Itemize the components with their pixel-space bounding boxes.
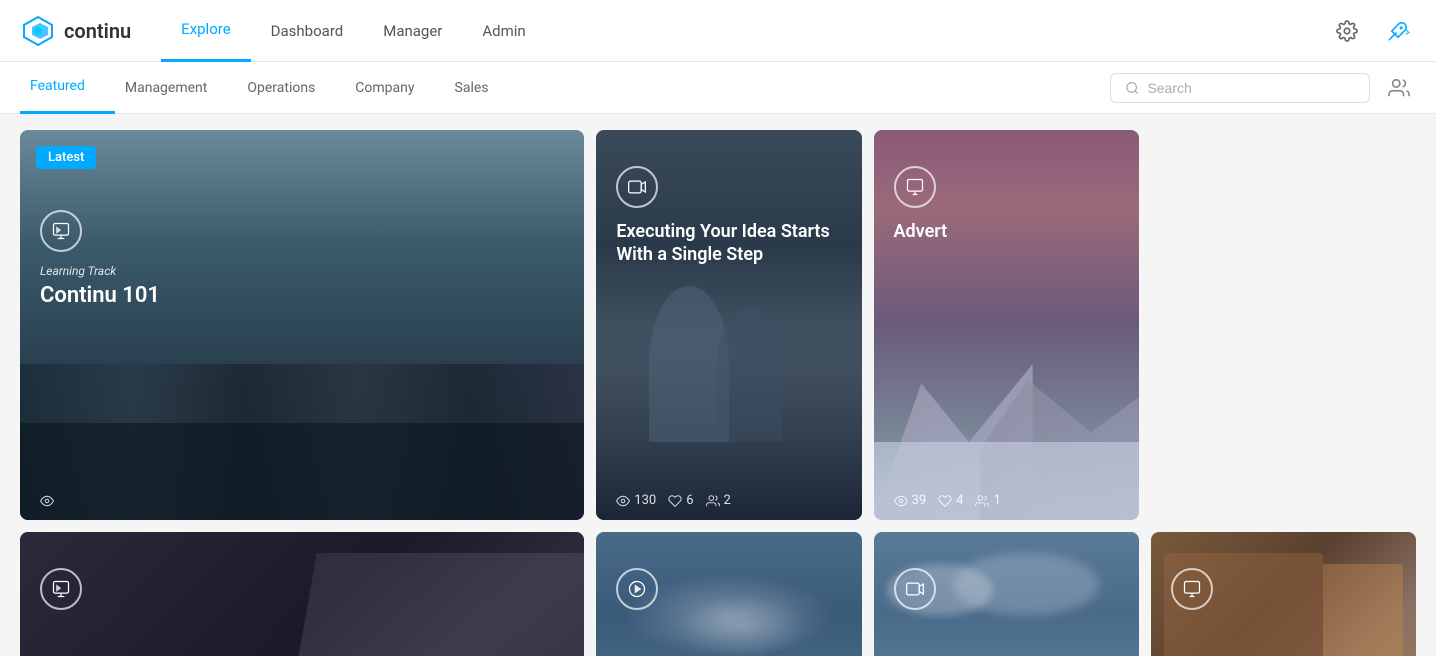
search-box[interactable] <box>1110 73 1370 103</box>
card-icon-circle <box>40 210 82 252</box>
likes-count-2: 6 <box>686 493 693 508</box>
nav-item-manager[interactable]: Manager <box>363 0 462 62</box>
eye-icon-3 <box>894 494 908 508</box>
rocket-icon <box>1384 17 1412 45</box>
card-icon-circle-b2 <box>616 568 658 610</box>
latest-badge: Latest <box>36 146 96 169</box>
card-enrollments-2: 2 <box>706 493 731 508</box>
card-title: Continu 101 <box>40 282 564 311</box>
users-icon <box>1388 77 1410 99</box>
card-bottom-2[interactable] <box>596 532 861 656</box>
continu-logo-icon <box>20 13 56 49</box>
card-views <box>40 494 54 508</box>
enrollments-count-3: 1 <box>993 493 1000 508</box>
track-icon <box>51 221 71 241</box>
enrollments-count-2: 2 <box>724 493 731 508</box>
sub-nav-item-operations[interactable]: Operations <box>237 62 345 114</box>
likes-count-3: 4 <box>956 493 963 508</box>
nav-item-admin[interactable]: Admin <box>462 0 545 62</box>
header-right <box>1330 13 1416 49</box>
card-bottom-1[interactable] <box>20 532 584 656</box>
search-icon <box>1125 80 1139 96</box>
users-icon-2 <box>706 494 720 508</box>
sub-nav-right <box>1110 71 1416 105</box>
logo-area[interactable]: continu <box>20 13 131 49</box>
card-footer-3: 39 4 1 <box>894 493 1001 508</box>
course-icon <box>905 177 925 197</box>
sub-nav-item-sales[interactable]: Sales <box>445 62 519 114</box>
card-bottom-4[interactable] <box>1151 532 1416 656</box>
card-content-b1 <box>20 532 584 656</box>
video-icon-b3 <box>905 579 925 599</box>
views-count-3: 39 <box>912 493 927 508</box>
card-label: Learning Track <box>40 264 564 278</box>
views-count-2: 130 <box>634 493 656 508</box>
card-content-b2 <box>596 532 861 656</box>
card-icon-circle-3 <box>894 166 936 208</box>
card-icon-circle-b1 <box>40 568 82 610</box>
main-nav: Explore Dashboard Manager Admin <box>161 0 1330 62</box>
card-enrollments-3: 1 <box>975 493 1000 508</box>
eye-icon <box>40 494 54 508</box>
card-footer-2: 130 6 2 <box>616 493 731 508</box>
card-content: Learning Track Continu 101 <box>20 130 584 520</box>
card-executing-idea[interactable]: Executing Your Idea Starts With a Single… <box>596 130 861 520</box>
users-button[interactable] <box>1382 71 1416 105</box>
play-icon-b2 <box>627 579 647 599</box>
cards-grid: Latest Learning Track Continu 101 <box>20 130 1416 656</box>
logo-text: continu <box>64 19 131 43</box>
card-footer <box>40 494 54 508</box>
app-header: continu Explore Dashboard Manager Admin <box>0 0 1436 62</box>
main-content: Latest Learning Track Continu 101 <box>0 114 1436 656</box>
card-content-3: Advert <box>874 130 1139 520</box>
video-icon <box>627 177 647 197</box>
card-title-3: Advert <box>894 220 1119 243</box>
sub-nav-item-company[interactable]: Company <box>345 62 444 114</box>
course-icon-b4 <box>1182 579 1202 599</box>
heart-icon-3 <box>938 494 952 508</box>
card-content-b3 <box>874 532 1139 656</box>
users-icon-3 <box>975 494 989 508</box>
sub-nav-item-management[interactable]: Management <box>115 62 237 114</box>
track-icon-b1 <box>51 579 71 599</box>
card-likes-3: 4 <box>938 493 963 508</box>
card-views-2: 130 <box>616 493 656 508</box>
card-likes-2: 6 <box>668 493 693 508</box>
sub-nav: Featured Management Operations Company S… <box>0 62 1436 114</box>
sub-nav-item-featured[interactable]: Featured <box>20 62 115 114</box>
nav-item-dashboard[interactable]: Dashboard <box>251 0 364 62</box>
card-bottom-3[interactable] <box>874 532 1139 656</box>
launch-button[interactable] <box>1380 13 1416 49</box>
card-content-b4 <box>1151 532 1416 656</box>
nav-item-explore[interactable]: Explore <box>161 0 251 62</box>
card-title-2: Executing Your Idea Starts With a Single… <box>616 220 841 267</box>
card-views-3: 39 <box>894 493 927 508</box>
eye-icon-2 <box>616 494 630 508</box>
card-icon-circle-2 <box>616 166 658 208</box>
gear-icon <box>1336 20 1358 42</box>
card-featured-large[interactable]: Latest Learning Track Continu 101 <box>20 130 584 520</box>
card-content-2: Executing Your Idea Starts With a Single… <box>596 130 861 520</box>
search-input[interactable] <box>1147 80 1355 96</box>
card-icon-circle-b4 <box>1171 568 1213 610</box>
card-advert[interactable]: Advert 39 4 1 <box>874 130 1139 520</box>
settings-button[interactable] <box>1330 14 1364 48</box>
heart-icon-2 <box>668 494 682 508</box>
card-icon-circle-b3 <box>894 568 936 610</box>
